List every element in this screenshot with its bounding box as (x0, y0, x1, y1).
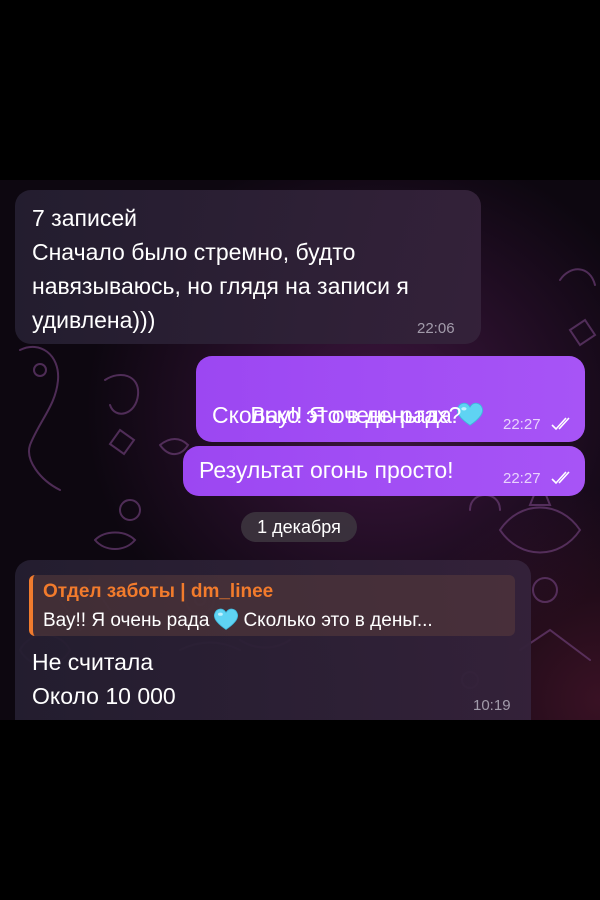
message-time: 22:06 (417, 320, 455, 337)
message-line: 7 записей (32, 205, 137, 231)
reply-text-end: Сколько это в деньг... (243, 610, 433, 631)
message-line: Не считала (32, 649, 154, 675)
message-bubble-outgoing[interactable]: Результат огонь просто! 22:27 (183, 446, 585, 496)
message-bubble-incoming[interactable]: 7 записей Сначало было стремно, будто на… (15, 190, 481, 344)
message-line: Сколько это в деньгах? (212, 402, 462, 428)
read-checkmarks-icon (551, 471, 570, 485)
reply-author: Отдел заботы | dm_linee (43, 581, 274, 602)
message-text: Результат огонь просто! (199, 457, 454, 483)
message-time: 22:27 (503, 416, 541, 433)
message-time: 10:19 (473, 697, 511, 714)
message-line: Сначало было стремно, будто (32, 239, 356, 265)
light-blue-heart-icon (214, 608, 239, 630)
reply-text-start: Вау!! Я очень рада (43, 610, 210, 631)
message-line: удивлена))) (32, 307, 156, 333)
message-bubble-incoming-reply[interactable]: Отдел заботы | dm_linee Вау!! Я очень ра… (15, 560, 531, 720)
read-checkmarks-icon (551, 417, 570, 431)
chat-area[interactable]: 7 записей Сначало было стремно, будто на… (0, 180, 600, 720)
message-time: 22:27 (503, 470, 541, 487)
message-line: навязываюсь, но глядя на записи я (32, 273, 409, 299)
message-line: Около 10 000 (32, 683, 176, 709)
reply-quote[interactable]: Отдел заботы | dm_linee Вау!! Я очень ра… (29, 575, 515, 636)
date-separator: 1 декабря (241, 512, 357, 542)
reply-snippet: Вау!! Я очень рада Сколько это в деньг... (43, 607, 433, 632)
message-bubble-outgoing[interactable]: Вау!! Я очень рада Сколько это в деньгах… (196, 356, 585, 442)
